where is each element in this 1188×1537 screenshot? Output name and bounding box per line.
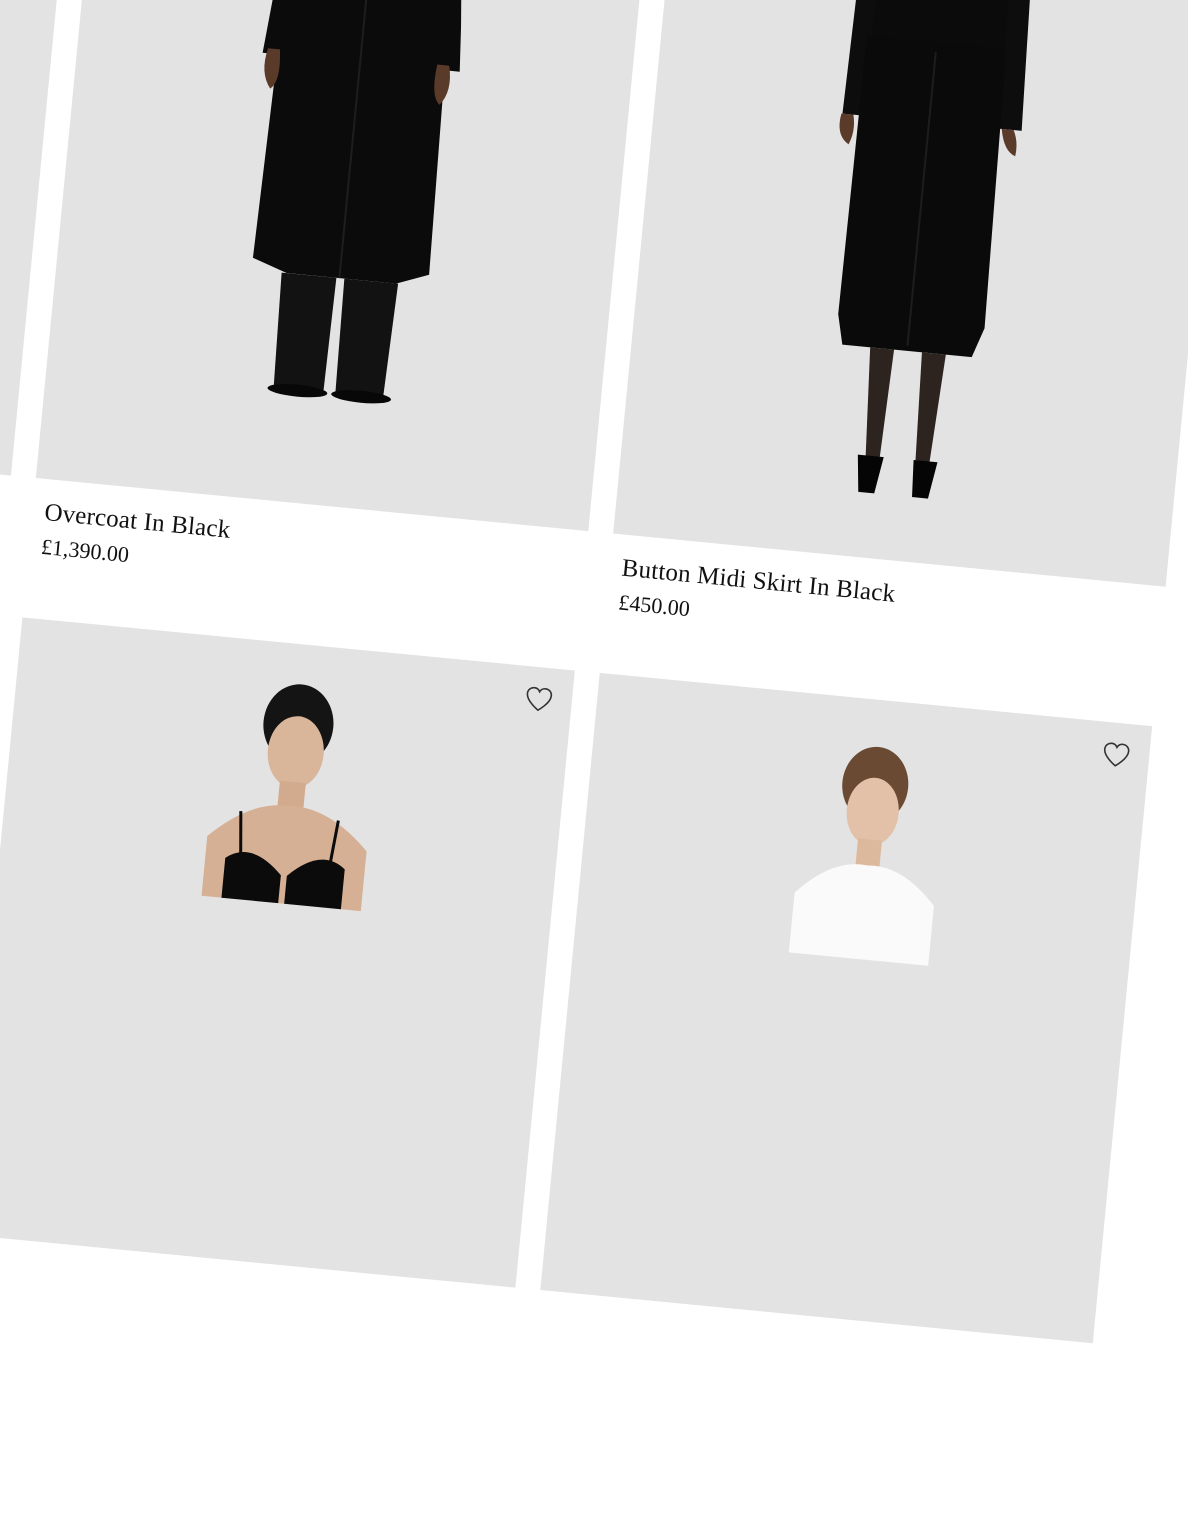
model-overcoat-illustration: [252, 0, 462, 404]
product-image-bra-top[interactable]: [0, 617, 575, 1288]
model-midi-skirt-illustration: [838, 0, 1033, 499]
product-image-white-top[interactable]: [540, 672, 1153, 1344]
product-image-overcoat[interactable]: [35, 0, 648, 532]
wishlist-heart-icon[interactable]: [1100, 739, 1133, 770]
product-price: £450.00: [617, 589, 691, 622]
product-card-bra-top[interactable]: [0, 617, 575, 1288]
product-grid: Overcoat In Black £1,390.00 Button Midi …: [0, 0, 1188, 1537]
product-card-white-top[interactable]: [540, 672, 1153, 1344]
model-white-top-illustration: [788, 746, 934, 966]
product-price: £1,390.00: [40, 533, 131, 568]
product-image-midi-skirt[interactable]: [613, 0, 1188, 587]
wishlist-heart-icon[interactable]: [523, 684, 556, 715]
model-bra-top-illustration: [201, 684, 367, 912]
